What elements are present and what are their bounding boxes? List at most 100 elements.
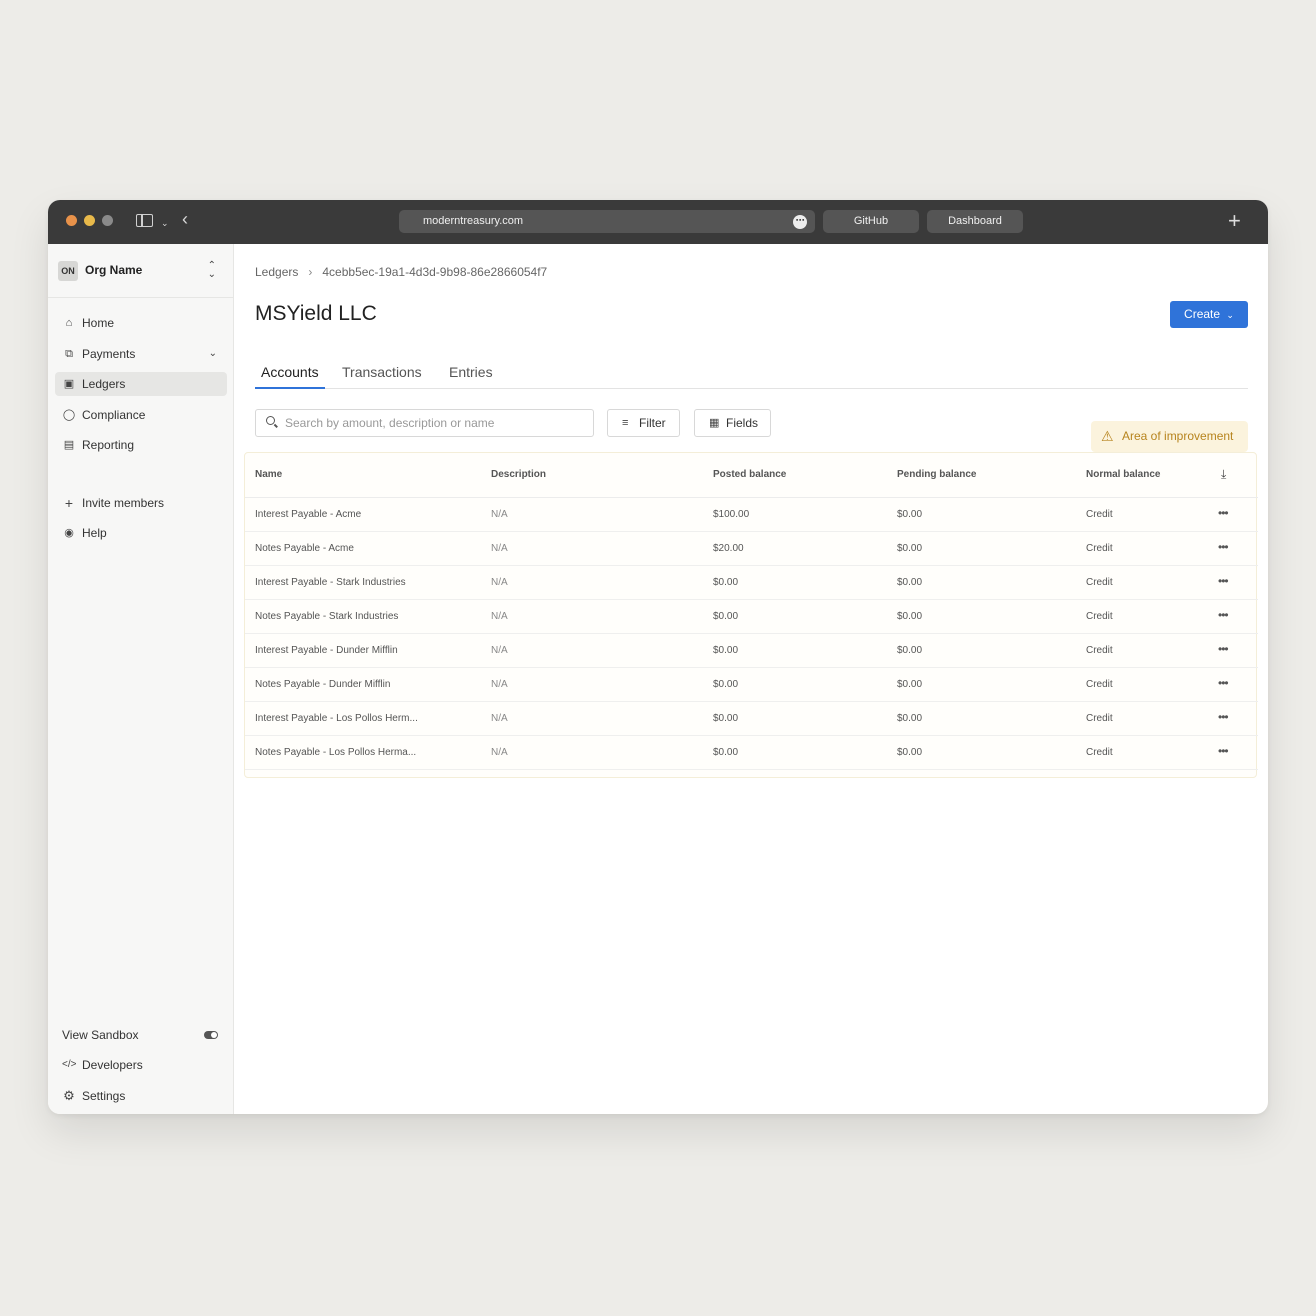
help-icon: ◉ bbox=[64, 527, 74, 539]
close-window-button[interactable] bbox=[66, 215, 77, 226]
sidebar-item-invite-members[interactable]: + Invite members bbox=[55, 491, 227, 515]
more-options-icon[interactable]: ⋯ bbox=[793, 215, 807, 229]
browser-tab-github[interactable]: GitHub bbox=[823, 210, 919, 233]
cell-posted-balance: $0.00 bbox=[713, 611, 739, 622]
table-row[interactable]: Notes Payable - Acme N/A $20.00 $0.00 Cr… bbox=[245, 532, 1258, 566]
more-horizontal-icon[interactable]: ••• bbox=[1218, 642, 1229, 656]
breadcrumb: Ledgers › 4cebb5ec-19a1-4d3d-9b98-86e28660… bbox=[255, 265, 547, 279]
sidebar-item-home[interactable]: ⌂ Home bbox=[55, 311, 227, 335]
cell-posted-balance: $0.00 bbox=[713, 679, 739, 690]
cell-pending-balance: $0.00 bbox=[897, 543, 923, 554]
column-header-name[interactable]: Name bbox=[255, 469, 282, 480]
more-horizontal-icon[interactable]: ••• bbox=[1218, 608, 1229, 622]
sidebar-item-payments[interactable]: ⧉ Payments ⌄ bbox=[55, 342, 227, 366]
address-bar[interactable]: moderntreasury.com ⋯ bbox=[399, 210, 815, 233]
more-horizontal-icon[interactable]: ••• bbox=[1218, 540, 1229, 554]
table-row[interactable]: Interest Payable - Stark Industries N/A … bbox=[245, 566, 1258, 600]
report-icon: ▤ bbox=[63, 439, 75, 451]
cell-normal-balance: Credit bbox=[1086, 577, 1113, 588]
improvement-badge: ⚠ Area of improvement bbox=[1091, 421, 1248, 452]
cell-name: Notes Payable - Stark Industries bbox=[255, 611, 399, 622]
sidebar: ON Org Name ⌃ ⌄ ⌂ Home ⧉ Payments ⌄ ▣ Led… bbox=[48, 244, 234, 1114]
sidebar-item-label: Payments bbox=[82, 347, 136, 361]
table-row[interactable]: Notes Payable - Stark Industries N/A $0.… bbox=[245, 600, 1258, 634]
code-icon: </> bbox=[62, 1059, 77, 1070]
sidebar-item-view-sandbox[interactable]: View Sandbox bbox=[55, 1023, 227, 1047]
more-horizontal-icon[interactable]: ••• bbox=[1218, 744, 1229, 758]
chevron-up-down-icon: ⌃ ⌄ bbox=[207, 260, 216, 280]
sidebar-item-label: Ledgers bbox=[82, 377, 126, 391]
create-button[interactable]: Create ⌄ bbox=[1170, 301, 1248, 328]
table-row[interactable]: Interest Payable - Acme N/A $100.00 $0.0… bbox=[245, 498, 1258, 532]
more-horizontal-icon[interactable]: ••• bbox=[1218, 710, 1229, 724]
cell-description: N/A bbox=[491, 577, 508, 588]
filter-button-label: Filter bbox=[639, 416, 666, 430]
breadcrumb-separator-icon: › bbox=[308, 265, 313, 279]
sidebar-item-developers[interactable]: </> Developers bbox=[55, 1053, 227, 1077]
zoom-window-button[interactable] bbox=[102, 215, 113, 226]
improvement-label: Area of improvement bbox=[1122, 429, 1234, 443]
tab-entries[interactable]: Entries bbox=[449, 364, 493, 389]
sidebar-item-reporting[interactable]: ▤ Reporting bbox=[55, 433, 227, 457]
sidebar-item-label: Help bbox=[82, 526, 107, 540]
cell-description: N/A bbox=[491, 747, 508, 758]
cell-name: Interest Payable - Acme bbox=[255, 509, 362, 520]
new-tab-plus-icon[interactable]: + bbox=[1228, 209, 1241, 233]
tab-accounts[interactable]: Accounts bbox=[255, 364, 325, 389]
breadcrumb-ledger-id: 4cebb5ec-19a1-4d3d-9b98-86e2866054f7 bbox=[322, 265, 548, 279]
download-icon[interactable]: ⤓ bbox=[1221, 467, 1226, 482]
cell-description: N/A bbox=[491, 509, 508, 520]
cell-normal-balance: Credit bbox=[1086, 679, 1113, 690]
browser-tab-dashboard[interactable]: Dashboard bbox=[927, 210, 1023, 233]
table-row[interactable]: Notes Payable - Dunder Mifflin N/A $0.00… bbox=[245, 668, 1258, 702]
sidebar-item-label: Home bbox=[82, 316, 115, 330]
tab-bar: Accounts Transactions Entries bbox=[255, 364, 1248, 389]
breadcrumb-ledgers-link[interactable]: Ledgers bbox=[255, 265, 298, 279]
tab-transactions[interactable]: Transactions bbox=[342, 364, 422, 389]
sidebar-toggle-icon[interactable] bbox=[136, 214, 153, 227]
column-header-normal-balance[interactable]: Normal balance bbox=[1086, 469, 1160, 480]
cell-name: Notes Payable - Acme bbox=[255, 543, 354, 554]
toggle-icon[interactable] bbox=[204, 1031, 218, 1039]
chevron-down-icon[interactable]: ⌄ bbox=[161, 213, 169, 233]
shield-icon: ◯ bbox=[62, 409, 76, 421]
table-row[interactable]: Notes Payable - Los Pollos Herma... N/A … bbox=[245, 736, 1258, 770]
chevron-down-icon[interactable]: ⌄ bbox=[209, 342, 217, 366]
cell-normal-balance: Credit bbox=[1086, 645, 1113, 656]
column-header-posted-balance[interactable]: Posted balance bbox=[713, 469, 786, 480]
cell-posted-balance: $0.00 bbox=[713, 577, 739, 588]
cell-description: N/A bbox=[491, 611, 508, 622]
sidebar-item-label: Settings bbox=[82, 1089, 126, 1103]
back-arrow-icon[interactable]: ‹ bbox=[182, 209, 188, 229]
browser-toolbar: ⌄ ‹ moderntreasury.com ⋯ GitHub Dashboar… bbox=[48, 200, 1268, 244]
cell-normal-balance: Credit bbox=[1086, 509, 1113, 520]
sidebar-item-label: Developers bbox=[82, 1058, 143, 1072]
divider bbox=[48, 297, 234, 298]
sidebar-item-ledgers[interactable]: ▣ Ledgers bbox=[55, 372, 227, 396]
org-avatar: ON bbox=[58, 261, 78, 281]
sidebar-item-settings[interactable]: ⚙ Settings bbox=[55, 1084, 227, 1108]
more-horizontal-icon[interactable]: ••• bbox=[1218, 574, 1229, 588]
column-header-description[interactable]: Description bbox=[491, 469, 546, 480]
more-horizontal-icon[interactable]: ••• bbox=[1218, 676, 1229, 690]
gear-icon: ⚙ bbox=[63, 1088, 75, 1103]
table-header: Name Description Posted balance Pending … bbox=[245, 453, 1258, 498]
cell-posted-balance: $100.00 bbox=[713, 509, 750, 520]
table-icon: ▦ bbox=[709, 417, 720, 429]
search-input[interactable] bbox=[285, 411, 585, 435]
filter-button[interactable]: ≡ Filter bbox=[607, 409, 680, 437]
column-header-pending-balance[interactable]: Pending balance bbox=[897, 469, 976, 480]
more-horizontal-icon[interactable]: ••• bbox=[1218, 506, 1229, 520]
table-row[interactable]: Interest Payable - Los Pollos Herm... N/… bbox=[245, 702, 1258, 736]
cell-name: Notes Payable - Dunder Mifflin bbox=[255, 679, 391, 690]
sidebar-item-help[interactable]: ◉ Help bbox=[55, 521, 227, 545]
fields-button[interactable]: ▦ Fields bbox=[694, 409, 771, 437]
org-switcher[interactable]: ON Org Name ⌃ ⌄ bbox=[58, 258, 224, 284]
minimize-window-button[interactable] bbox=[84, 215, 95, 226]
cell-name: Notes Payable - Los Pollos Herma... bbox=[255, 747, 417, 758]
cell-pending-balance: $0.00 bbox=[897, 577, 923, 588]
chevron-down-icon: ⌄ bbox=[1226, 310, 1234, 320]
main-content: Ledgers › 4cebb5ec-19a1-4d3d-9b98-86e28660… bbox=[235, 244, 1268, 1114]
sidebar-item-compliance[interactable]: ◯ Compliance bbox=[55, 403, 227, 427]
table-row[interactable]: Interest Payable - Dunder Mifflin N/A $0… bbox=[245, 634, 1258, 668]
